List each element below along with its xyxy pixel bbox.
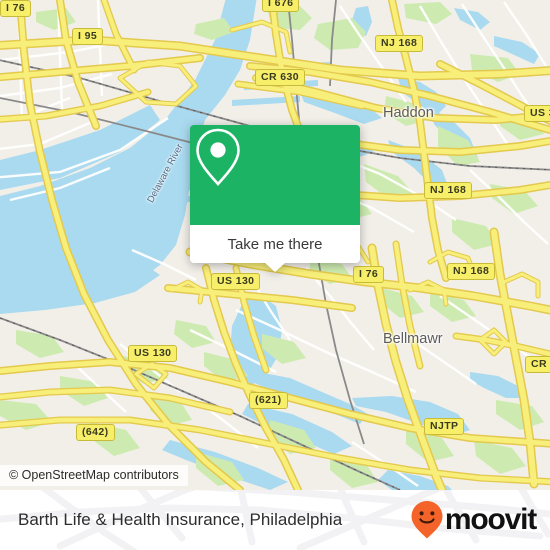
moovit-wordmark: moovit — [444, 503, 537, 536]
moovit-logo[interactable]: moovit — [410, 500, 537, 540]
moovit-smiley-pin-icon — [411, 501, 443, 539]
popup-header — [190, 125, 360, 225]
popup-pointer-tail — [265, 263, 285, 272]
location-popup-card[interactable]: Take me there — [190, 125, 360, 272]
map-attribution[interactable]: © OpenStreetMap contributors — [0, 465, 188, 486]
map-canvas[interactable]: I 76 I 676 I 95 NJ 168 CR 630 US 3 NJ 168 US 13… — [0, 0, 550, 490]
road-shield: CR — [525, 356, 550, 373]
road-shield: US 130 — [211, 273, 261, 290]
location-title: Barth Life & Health Insurance, Philadelp… — [18, 510, 343, 529]
road-shield: NJ 168 — [447, 263, 496, 280]
road-shield: NJTP — [424, 418, 465, 435]
road-shield: (621) — [249, 392, 288, 409]
road-shield: NJ 168 — [424, 182, 473, 199]
place-label: Bellmawr — [383, 331, 443, 347]
map-screenshot: I 76 I 676 I 95 NJ 168 CR 630 US 3 NJ 168 US 13… — [0, 0, 550, 550]
road-shield: I 76 — [353, 266, 385, 283]
road-shield: (642) — [76, 424, 115, 441]
road-shield: I 95 — [72, 28, 104, 45]
place-label: Haddon — [383, 105, 434, 121]
footer-content: Barth Life & Health Insurance, Philadelp… — [0, 490, 550, 550]
road-shield: I 676 — [262, 0, 300, 12]
road-shield: US 130 — [128, 345, 178, 362]
road-shield: I 76 — [0, 0, 32, 17]
take-me-there-button[interactable]: Take me there — [227, 236, 322, 253]
road-shield: CR 630 — [255, 69, 306, 86]
map-pin-icon — [196, 128, 240, 186]
page-footer: Barth Life & Health Insurance, Philadelp… — [0, 490, 550, 550]
road-shield: US 3 — [524, 105, 550, 122]
popup-footer[interactable]: Take me there — [190, 225, 360, 272]
road-shield: NJ 168 — [375, 35, 424, 52]
